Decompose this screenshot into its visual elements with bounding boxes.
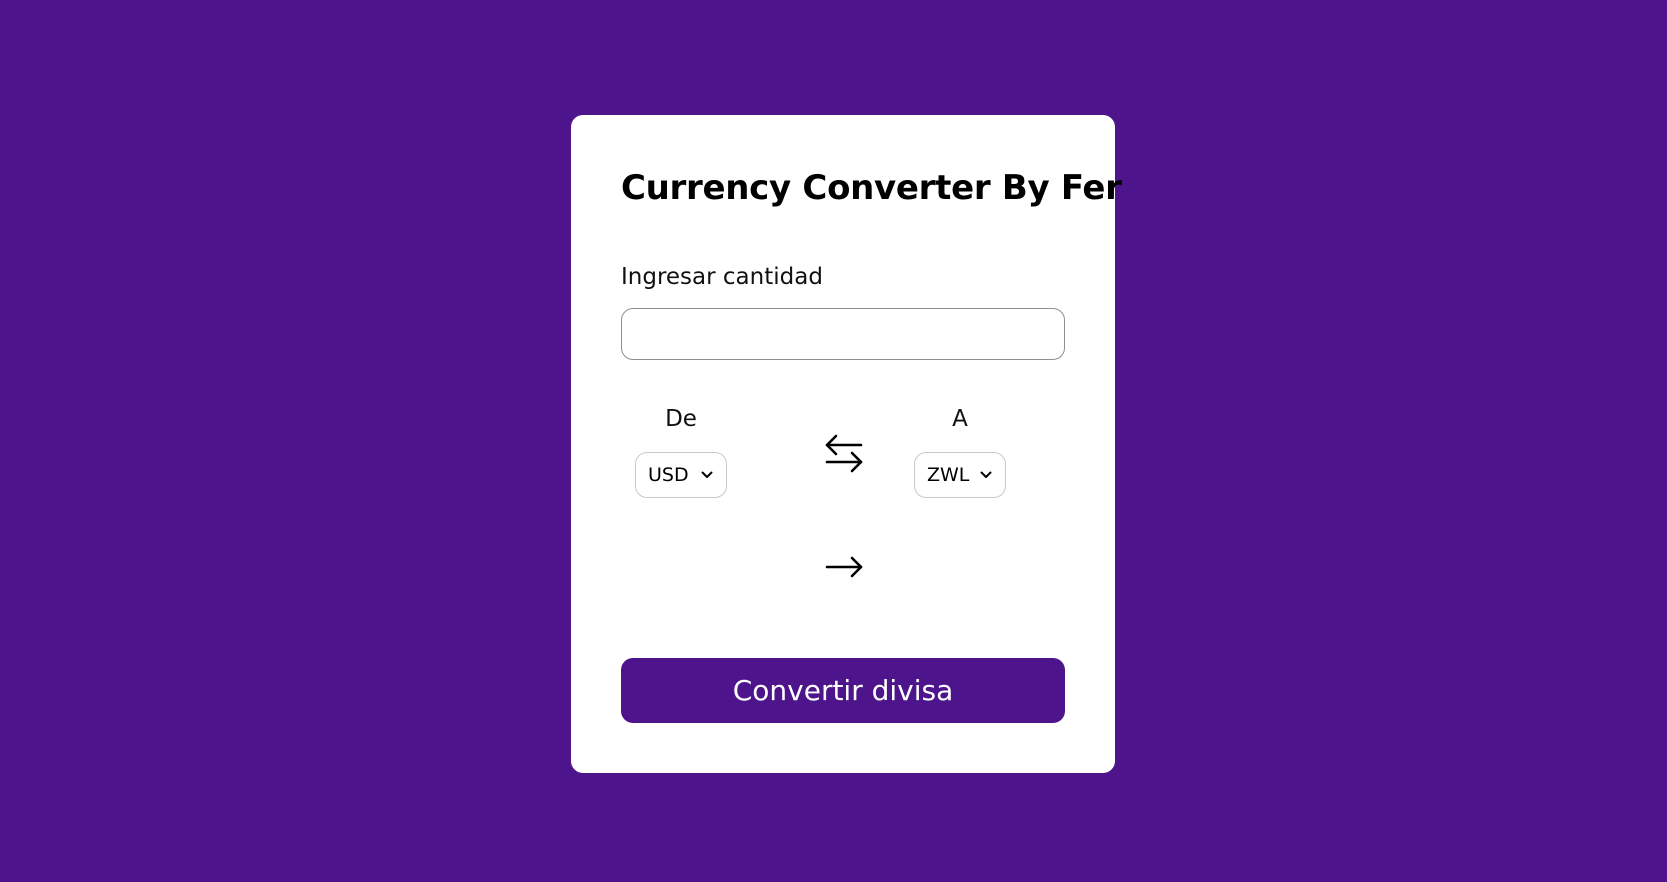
arrow-right-icon [824, 552, 864, 582]
amount-input[interactable] [621, 308, 1065, 360]
from-label: De [665, 406, 697, 432]
converter-card: Currency Converter By Fer Ingresar canti… [571, 115, 1122, 773]
from-currency-select[interactable]: USD [635, 452, 727, 498]
chevron-down-icon [700, 468, 714, 482]
from-currency-value: USD [648, 464, 689, 486]
to-label: A [952, 406, 968, 432]
to-currency-select[interactable]: ZWL [914, 452, 1006, 498]
amount-label: Ingresar cantidad [621, 264, 823, 290]
page-title: Currency Converter By Fer [621, 168, 1122, 208]
swap-arrows-icon[interactable] [824, 432, 864, 476]
convert-button[interactable]: Convertir divisa [621, 658, 1065, 723]
chevron-down-icon [979, 468, 993, 482]
to-currency-value: ZWL [927, 464, 970, 486]
